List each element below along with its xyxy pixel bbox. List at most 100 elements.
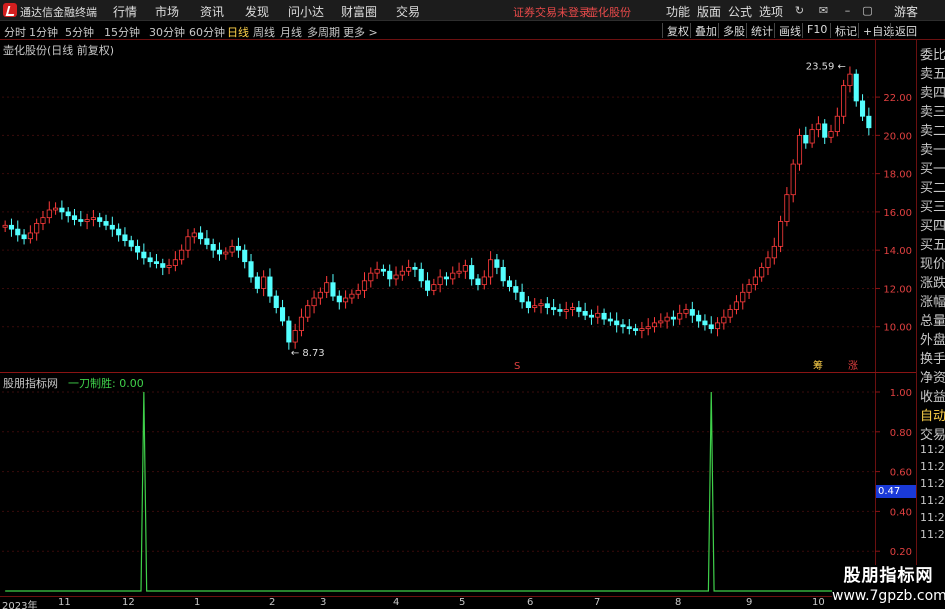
candle-body <box>601 312 607 320</box>
candle-body <box>538 303 544 307</box>
candle-body <box>639 328 645 331</box>
candle-body <box>796 134 803 165</box>
candle-body <box>551 307 557 310</box>
quote-label: 总量 <box>920 314 945 329</box>
candle-body <box>305 305 311 318</box>
candle-body <box>557 309 563 312</box>
candle-body <box>778 221 784 247</box>
signal-marker: S <box>514 361 520 372</box>
candle-body <box>34 222 40 234</box>
candle-body <box>506 280 513 287</box>
candle-body <box>279 307 286 322</box>
candle-body <box>437 276 443 286</box>
trade-time: 11:2 <box>920 460 945 473</box>
date-axis: 2023年 11 12 1 2 3 4 5 6 7 8 9 10 <box>0 596 945 609</box>
quote-label: 委比 <box>920 48 945 63</box>
date-label: 4 <box>393 597 400 608</box>
candle-body <box>859 100 866 117</box>
candle-body <box>456 270 462 274</box>
candle-body <box>368 272 374 282</box>
date-label: 12 <box>122 597 135 608</box>
candle-body <box>116 228 122 236</box>
candle-body <box>387 270 393 280</box>
candle-body <box>759 267 765 278</box>
candle-body <box>336 295 342 303</box>
auto-trade-label[interactable]: 自动 <box>920 405 945 424</box>
indicator-line <box>5 391 888 592</box>
candle-body <box>103 221 109 226</box>
candle-body <box>481 276 487 286</box>
candle-body <box>771 245 777 259</box>
candle-body <box>740 291 746 303</box>
candle-body <box>412 267 418 270</box>
quote-panel: 委比 卖五 卖四 卖三 卖二 卖一 买一 买二 买三 买四 买五 现价 涨跌 涨… <box>916 40 945 596</box>
candle-body <box>324 282 330 293</box>
date-label: 1 <box>194 597 201 608</box>
candle-body <box>8 224 15 230</box>
candle-body <box>500 267 506 282</box>
candle-body <box>191 232 197 238</box>
date-label: 7 <box>594 597 601 608</box>
candle-body <box>431 284 437 291</box>
date-label: 3 <box>320 597 327 608</box>
indicator-tick-label: 0.20 <box>890 547 912 558</box>
quote-label: 买一 <box>920 162 945 177</box>
candle-body <box>261 276 267 289</box>
quote-label: 买三 <box>920 200 945 215</box>
candle-body <box>702 320 708 326</box>
date-label: 9 <box>746 597 753 608</box>
candle-body <box>443 276 450 280</box>
candle-body <box>670 316 676 320</box>
candle-body <box>109 224 115 230</box>
candle-body <box>355 289 361 295</box>
candle-body <box>633 328 639 331</box>
quote-label: 净资 <box>920 371 945 386</box>
low-price-label: ← 8.73 <box>291 348 325 359</box>
trade-label[interactable]: 交易 <box>920 424 945 443</box>
candle-body <box>841 85 847 117</box>
quote-label: 买二 <box>920 181 945 196</box>
candle-body <box>204 238 210 245</box>
candle-body <box>815 123 821 131</box>
candle-body <box>298 316 305 331</box>
candle-body <box>2 224 8 228</box>
limit-up-marker: 涨 <box>848 360 858 372</box>
candle-body <box>752 276 758 286</box>
candle-body <box>790 163 796 196</box>
indicator-tick-label: 0.80 <box>890 428 912 439</box>
candle-body <box>765 257 771 268</box>
candle-body <box>569 307 576 310</box>
y-tick-label: 10.00 <box>883 323 912 334</box>
candle-body <box>27 232 33 240</box>
indicator-tick-label: 0.60 <box>890 468 912 479</box>
date-label: 11 <box>58 597 71 608</box>
indicator-tick-label: 0.40 <box>890 507 912 518</box>
candle-body <box>519 291 525 303</box>
candle-body <box>179 249 185 261</box>
candle-body <box>658 320 664 324</box>
candle-body <box>84 219 90 222</box>
candle-body <box>374 268 380 274</box>
candle-body <box>418 268 424 282</box>
candle-body <box>784 194 790 222</box>
candle-body <box>15 228 21 236</box>
kline-chart[interactable]: 22.00 20.00 18.00 16.00 14.00 12.00 10.00 23.59… <box>0 0 916 596</box>
candle-body <box>399 270 405 276</box>
date-label: 10 <box>812 597 825 608</box>
candle-body <box>90 217 96 220</box>
candle-body <box>166 265 172 268</box>
candle-body <box>450 272 456 280</box>
candle-body <box>147 257 153 263</box>
candle-body <box>53 207 59 211</box>
candle-body <box>311 297 317 307</box>
candle-body <box>317 291 323 299</box>
y-tick-label: 22.00 <box>883 93 912 104</box>
candle-body <box>229 245 235 253</box>
y-tick-label: 14.00 <box>883 246 912 257</box>
quote-label: 涨跌 <box>920 276 945 291</box>
candle-body <box>614 320 620 326</box>
candle-body <box>393 274 399 280</box>
candle-body <box>475 278 481 286</box>
cursor-value-badge: 0.47 <box>876 485 916 498</box>
candle-body <box>380 268 386 272</box>
